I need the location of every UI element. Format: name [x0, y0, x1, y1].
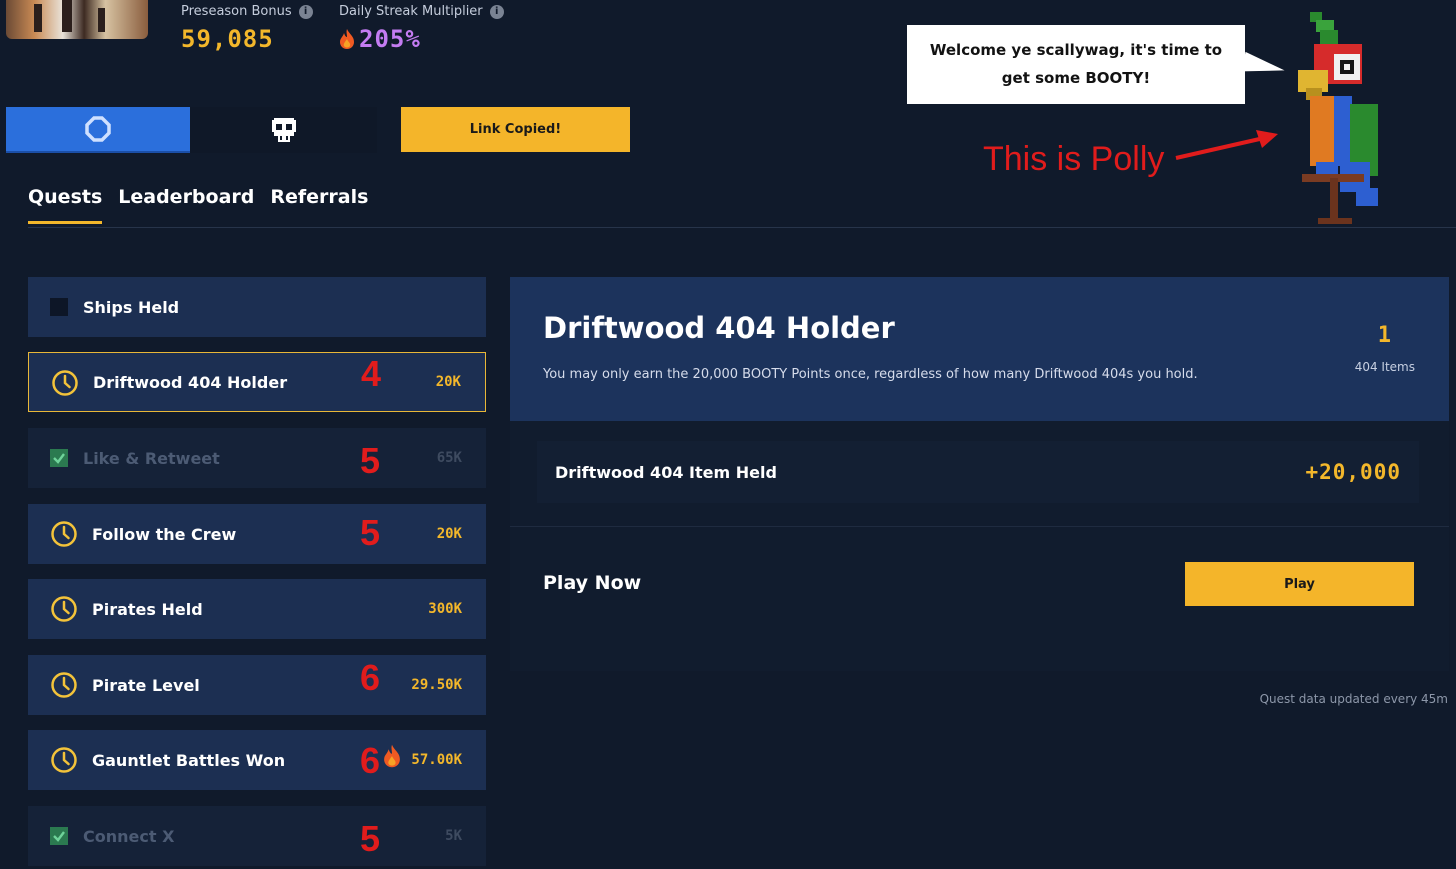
- checkmark-icon: [50, 449, 68, 467]
- info-icon[interactable]: i: [489, 4, 504, 19]
- reward-value: +20,000: [1305, 460, 1401, 484]
- speech-bubble-tail: [1241, 51, 1287, 81]
- quest-item-follow-the-crew[interactable]: Follow the Crew 5 20K: [28, 504, 486, 564]
- quest-title: Gauntlet Battles Won: [92, 750, 286, 770]
- quest-annotation-number: 6: [360, 657, 381, 698]
- quest-title: Follow the Crew: [92, 524, 237, 544]
- clock-icon: [51, 672, 77, 698]
- wallet-tab-skull[interactable]: [190, 107, 377, 153]
- speech-bubble-line-2: get some BOOTY!: [1001, 69, 1151, 87]
- quest-annotation-number: 6: [360, 740, 381, 781]
- parrot-mascot-icon: [1298, 12, 1378, 224]
- annotation-arrow-icon: [1175, 130, 1278, 160]
- quest-item-pirates-held[interactable]: Pirates Held 300K: [28, 579, 486, 639]
- flame-icon: [340, 29, 354, 49]
- quest-group-title: Ships Held: [83, 297, 180, 317]
- quest-points: 5K: [445, 828, 462, 844]
- skull-icon: [271, 118, 296, 142]
- quest-item-like-retweet[interactable]: Like & Retweet 5 65K: [28, 428, 486, 488]
- quest-points: 300K: [428, 601, 462, 617]
- reward-row: Driftwood 404 Item Held +20,000: [537, 441, 1419, 503]
- quest-item-driftwood-404-holder[interactable]: Driftwood 404 Holder 4 20K: [28, 352, 486, 412]
- tab-quests[interactable]: Quests: [28, 186, 103, 224]
- quest-item-gauntlet-battles-won[interactable]: Gauntlet Battles Won 6 57.00K: [28, 730, 486, 790]
- reward-label: Driftwood 404 Item Held: [555, 462, 777, 482]
- quest-item-pirate-level[interactable]: Pirate Level 6 29.50K: [28, 655, 486, 715]
- quest-annotation-number: 5: [360, 818, 381, 859]
- quest-data-footnote: Quest data updated every 45m: [1259, 692, 1448, 706]
- quest-title: Pirate Level: [92, 675, 200, 695]
- quest-points: 57.00K: [411, 752, 462, 768]
- section-divider: [510, 526, 1449, 527]
- ring-icon: [85, 116, 111, 142]
- quest-detail-description: You may only earn the 20,000 BOOTY Point…: [543, 367, 1198, 382]
- preseason-bonus-value: 59,085: [181, 25, 274, 53]
- checkbox-icon: [50, 298, 68, 316]
- quest-detail-header: Driftwood 404 Holder You may only earn t…: [510, 277, 1449, 421]
- speech-bubble-line-1: Welcome ye scallywag, it's time to: [929, 41, 1223, 59]
- quest-annotation-number: 5: [360, 512, 381, 553]
- link-copied-button[interactable]: Link Copied!: [401, 107, 630, 152]
- quest-points: 65K: [436, 450, 462, 466]
- tab-leaderboard[interactable]: Leaderboard: [118, 186, 254, 224]
- play-button[interactable]: Play: [1185, 562, 1414, 606]
- clock-icon: [51, 747, 77, 773]
- daily-streak-value: 205%: [359, 25, 421, 53]
- clock-icon: [51, 596, 77, 622]
- quest-points: 20K: [436, 526, 462, 542]
- preseason-bonus-stat: Preseason Bonus i 59,085: [181, 4, 313, 53]
- wallet-tab-ring[interactable]: [6, 107, 190, 153]
- preseason-bonus-label: Preseason Bonus: [181, 4, 292, 19]
- quest-annotation-number: 4: [361, 353, 382, 394]
- daily-streak-label: Daily Streak Multiplier: [339, 4, 483, 19]
- quest-detail-body: Driftwood 404 Item Held +20,000 Play Now…: [510, 421, 1449, 671]
- quest-points: 29.50K: [411, 677, 462, 693]
- quest-detail-title: Driftwood 404 Holder: [543, 311, 895, 345]
- quest-annotation-number: 5: [360, 440, 381, 481]
- daily-streak-stat: Daily Streak Multiplier i 205%: [339, 4, 504, 53]
- quest-title: Pirates Held: [92, 599, 203, 619]
- tab-bar: Quests Leaderboard Referrals: [28, 186, 368, 224]
- quest-item-connect-x[interactable]: Connect X 5 5K: [28, 806, 486, 866]
- clock-icon: [52, 370, 78, 396]
- player-avatar[interactable]: [6, 0, 148, 39]
- speech-bubble: Welcome ye scallywag, it's time to get s…: [907, 25, 1245, 104]
- polly-annotation-label: This is Polly: [983, 140, 1165, 178]
- tab-divider: [28, 227, 1456, 228]
- info-icon[interactable]: i: [298, 4, 313, 19]
- quest-title: Like & Retweet: [83, 448, 220, 468]
- quest-points: 20K: [435, 374, 461, 390]
- flame-icon: [384, 744, 400, 768]
- checkmark-icon: [50, 827, 68, 845]
- quest-title: Driftwood 404 Holder: [93, 372, 288, 392]
- quest-title: Connect X: [83, 826, 175, 846]
- clock-icon: [51, 521, 77, 547]
- held-item-count-label: 404 Items: [1354, 360, 1415, 374]
- held-item-count: 1: [1377, 323, 1391, 348]
- quest-group-ships-held[interactable]: Ships Held: [28, 277, 486, 337]
- play-now-heading: Play Now: [543, 572, 642, 594]
- tab-referrals[interactable]: Referrals: [270, 186, 368, 224]
